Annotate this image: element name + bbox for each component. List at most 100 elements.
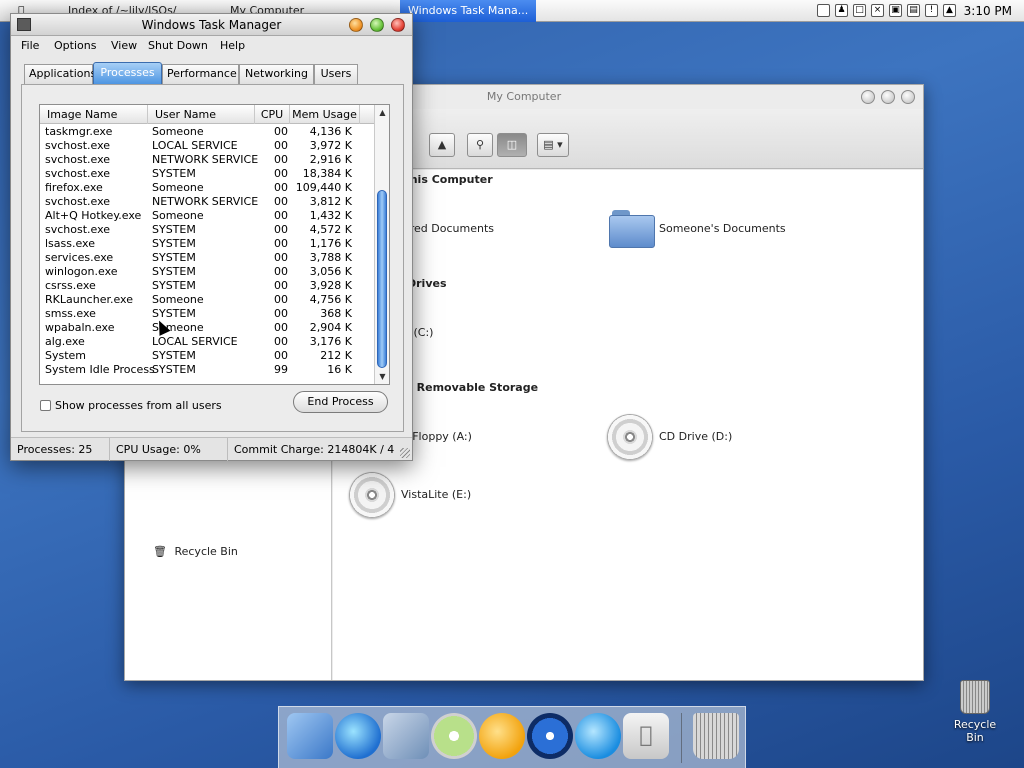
sidebar-recycle-label: Recycle Bin [174,545,238,558]
table-row[interactable]: svchost.exe NETWORK SERVICE 00 2,916 K [40,153,374,167]
table-row[interactable]: RKLauncher.exe Someone 00 4,756 K [40,293,374,307]
scroll-up-icon[interactable]: ▲ [375,105,389,120]
table-row[interactable]: Alt+Q Hotkey.exe Someone 00 1,432 K [40,209,374,223]
process-mem-usage: 4,756 K [309,293,352,306]
status-commit-charge: Commit Charge: 214804K / 4 [234,443,395,456]
processes-panel: Image Name User Name CPU Mem Usage taskm… [21,84,404,432]
close-button[interactable] [901,90,915,104]
status-bar: Processes: 25 CPU Usage: 0% Commit Charg… [11,437,412,461]
media-player-icon[interactable] [479,713,525,759]
column-user-name[interactable]: User Name [148,105,255,124]
dvd-player-icon[interactable] [527,713,573,759]
process-mem-usage: 212 K [320,349,352,362]
system-menu-icon[interactable] [17,18,31,31]
tray-shield-icon[interactable]: ▲ [943,4,956,17]
tray-checkbox-icon[interactable] [817,4,830,17]
table-row[interactable]: lsass.exe SYSTEM 00 1,176 K [40,237,374,251]
internet-explorer-icon[interactable] [335,713,381,759]
process-image-name: winlogon.exe [45,265,118,278]
table-row[interactable]: System Idle Process SYSTEM 99 16 K [40,363,374,377]
column-mem-usage[interactable]: Mem Usage [290,105,360,124]
tray-monitor-icon[interactable]: □ [853,4,866,17]
tab-networking[interactable]: Networking [239,64,314,84]
shared-documents-item[interactable]: ared Documents [403,205,494,253]
quicktime-icon[interactable] [575,713,621,759]
table-row[interactable]: alg.exe LOCAL SERVICE 00 3,176 K [40,335,374,349]
clock[interactable]: 3:10 PM [964,3,1012,19]
up-folder-button[interactable]: ▲ [429,133,455,157]
end-process-button[interactable]: End Process [293,391,388,413]
tray-alert-icon[interactable]: ! [925,4,938,17]
tab-processes[interactable]: Processes [93,62,162,84]
table-row[interactable]: System SYSTEM 00 212 K [40,349,374,363]
view-menu-button[interactable]: ▤ ▾ [537,133,569,157]
search-button[interactable]: ⚲ [467,133,493,157]
zoom-button[interactable] [370,18,384,32]
table-row[interactable]: svchost.exe NETWORK SERVICE 00 3,812 K [40,195,374,209]
tray-person-icon[interactable]: ♟ [835,4,848,17]
finder-icon[interactable] [287,713,333,759]
process-user-name: SYSTEM [152,237,196,250]
someones-documents-item[interactable]: Someone's Documents [659,205,786,253]
tab-users[interactable]: Users [314,64,358,84]
menu-help[interactable]: Help [220,39,245,52]
trash-icon[interactable] [693,713,739,759]
table-row[interactable]: firefox.exe Someone 00 109,440 K [40,181,374,195]
scroll-thumb[interactable] [377,190,387,368]
scroll-down-icon[interactable]: ▼ [375,369,389,384]
table-row[interactable]: svchost.exe SYSTEM 00 18,384 K [40,167,374,181]
table-row[interactable]: wpabaln.exe Someone 00 2,904 K [40,321,374,335]
sidebar-recycle-bin[interactable]: 🗑 Recycle Bin [153,545,238,558]
task-manager-window: Windows Task Manager File Options View S… [10,13,413,461]
desktop-recycle-bin[interactable]: Recycle Bin [944,680,1006,744]
process-image-name: svchost.exe [45,139,111,152]
table-row[interactable]: winlogon.exe SYSTEM 00 3,056 K [40,265,374,279]
cd-drive-icon[interactable] [607,414,653,460]
menu-options[interactable]: Options [54,39,96,52]
mail-icon[interactable] [383,713,429,759]
process-image-name: svchost.exe [45,223,111,236]
tab-performance[interactable]: Performance [162,64,239,84]
close-button[interactable] [391,18,405,32]
process-image-name: alg.exe [45,335,85,348]
column-image-name[interactable]: Image Name [40,105,148,124]
table-row[interactable]: smss.exe SYSTEM 00 368 K [40,307,374,321]
show-all-users-checkbox[interactable]: Show processes from all users [40,399,222,413]
menu-shut-down[interactable]: Shut Down [148,39,208,52]
process-user-name: SYSTEM [152,167,196,180]
table-row[interactable]: svchost.exe SYSTEM 00 4,572 K [40,223,374,237]
process-user-name: SYSTEM [152,363,196,376]
table-row[interactable]: taskmgr.exe Someone 00 4,136 K [40,125,374,139]
taskbar-item-task-manager[interactable]: Windows Task Mana... [400,0,536,22]
itunes-icon[interactable] [431,713,477,759]
table-row[interactable]: services.exe SYSTEM 00 3,788 K [40,251,374,265]
minimize-button[interactable] [349,18,363,32]
vistalite-item[interactable]: VistaLite (E:) [401,471,471,519]
process-image-name: taskmgr.exe [45,125,113,138]
vistalite-disc-icon[interactable] [349,472,395,518]
process-user-name: SYSTEM [152,265,196,278]
table-row[interactable]: svchost.exe LOCAL SERVICE 00 3,972 K [40,139,374,153]
tray-keyboard-icon[interactable]: ▤ [907,4,920,17]
zoom-button[interactable] [881,90,895,104]
tab-applications[interactable]: Applications [24,64,96,84]
minimize-button[interactable] [861,90,875,104]
process-mem-usage: 3,788 K [309,251,352,264]
floppy-item[interactable]: s Floppy (A:) [403,413,472,461]
system-preferences-icon[interactable]:  [623,713,669,759]
folder-icon[interactable] [609,210,655,248]
column-cpu[interactable]: CPU [255,105,290,124]
tray-network-icon[interactable]: × [871,4,884,17]
checkbox-icon[interactable] [40,400,51,411]
folders-view-button[interactable]: ◫ [497,133,527,157]
process-mem-usage: 3,176 K [309,335,352,348]
vertical-scrollbar[interactable]: ▲ ▼ [374,105,389,384]
menu-view[interactable]: View [111,39,137,52]
table-row[interactable]: csrss.exe SYSTEM 00 3,928 K [40,279,374,293]
status-processes: Processes: 25 [11,438,110,461]
resize-grip[interactable] [400,448,410,458]
menu-file[interactable]: File [21,39,39,52]
tray-display-icon[interactable]: ▣ [889,4,902,17]
cd-drive-item[interactable]: CD Drive (D:) [659,413,732,461]
title-bar[interactable]: Windows Task Manager [11,14,412,36]
